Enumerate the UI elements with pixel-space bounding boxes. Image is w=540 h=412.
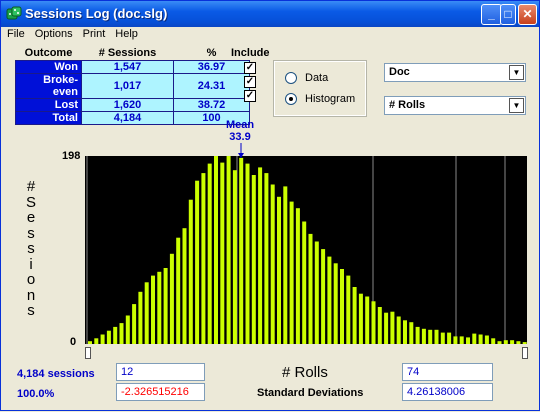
histogram-bar xyxy=(151,275,155,344)
histogram-bar xyxy=(195,180,200,344)
histogram-bar xyxy=(516,341,521,344)
histogram-bar xyxy=(447,332,452,344)
histogram-bar xyxy=(283,186,288,344)
histogram-bar xyxy=(434,329,439,344)
histogram-bar xyxy=(88,341,92,344)
histogram-bar xyxy=(466,337,470,344)
histogram-bar xyxy=(295,208,300,344)
histogram-bar xyxy=(125,315,130,344)
histogram-bar xyxy=(302,221,307,344)
histogram-bar xyxy=(182,228,187,344)
histogram-bar xyxy=(220,162,225,344)
histogram-bar xyxy=(270,184,275,344)
sessions-count-label: 4,184 sessions xyxy=(17,368,95,380)
histogram-bar xyxy=(371,301,376,344)
histogram-bar xyxy=(358,293,363,344)
histogram-bar xyxy=(522,342,527,344)
histogram-bar xyxy=(459,336,464,344)
percent-label: 100.0% xyxy=(17,388,55,400)
histogram-bar xyxy=(497,341,502,344)
histogram-bar xyxy=(157,271,162,344)
histogram-bar xyxy=(214,156,218,344)
histogram-bar xyxy=(289,201,294,344)
histogram-bar xyxy=(333,263,338,344)
histogram-bar xyxy=(251,175,256,344)
histogram-bar xyxy=(308,233,313,344)
histogram-bar xyxy=(421,328,426,344)
histogram-bar xyxy=(503,340,508,344)
range-right-handle[interactable] xyxy=(522,347,528,359)
x-axis-label: # Rolls xyxy=(282,364,328,381)
histogram-bar xyxy=(484,335,489,344)
histogram-bar xyxy=(314,241,319,344)
histogram-bar xyxy=(365,296,370,344)
low-value-input[interactable]: 12 xyxy=(116,363,205,381)
histogram-bar xyxy=(113,326,118,344)
histogram-bar xyxy=(491,338,496,344)
high-value-input[interactable]: 74 xyxy=(402,363,493,381)
histogram-bar xyxy=(163,268,168,344)
histogram-bar xyxy=(377,307,382,344)
histogram-bar xyxy=(428,329,433,344)
histogram-bar xyxy=(277,196,281,344)
histogram-bar xyxy=(138,291,143,344)
histogram-bar xyxy=(321,249,326,344)
histogram-bar xyxy=(472,333,477,344)
histogram-bar xyxy=(396,316,401,344)
histogram-bar xyxy=(226,156,231,344)
histogram-bar xyxy=(144,282,149,344)
low-sd-field: -2.326515216 xyxy=(116,383,205,401)
range-left-handle[interactable] xyxy=(85,347,91,359)
histogram-bar xyxy=(132,304,137,344)
histogram-bar xyxy=(176,237,181,344)
histogram-bar xyxy=(100,334,105,344)
histogram-bar xyxy=(201,173,206,344)
histogram-bar xyxy=(119,323,124,344)
sd-label: Standard Deviations xyxy=(257,387,364,399)
histogram-bar xyxy=(207,163,212,344)
histogram-bar xyxy=(478,334,483,344)
histogram-bar xyxy=(403,320,407,344)
histogram-bar xyxy=(106,330,111,344)
histogram-bar xyxy=(390,311,395,344)
histogram-bar xyxy=(453,336,458,344)
high-sd-field: 4.26138006 xyxy=(402,383,493,401)
histogram-bar xyxy=(264,173,269,344)
histogram-chart xyxy=(85,143,527,344)
histogram-bar xyxy=(352,287,357,344)
histogram-bar xyxy=(94,338,99,344)
histogram-bar xyxy=(340,269,344,344)
histogram-bar xyxy=(232,170,237,344)
histogram-bar xyxy=(239,157,244,344)
histogram-bar xyxy=(440,332,445,344)
histogram-bar xyxy=(188,199,193,344)
histogram-bar xyxy=(327,256,332,344)
histogram-bar xyxy=(169,253,174,344)
sessions-log-window: Sessions Log (doc.slg) _ □ ✕ File Option… xyxy=(0,0,540,411)
histogram-bar xyxy=(258,167,263,344)
histogram-bar xyxy=(384,312,389,344)
histogram-bar xyxy=(510,340,515,344)
histogram-bar xyxy=(346,275,351,344)
histogram-bar xyxy=(415,326,420,344)
histogram-bar xyxy=(245,163,250,344)
histogram-bar xyxy=(409,322,414,344)
